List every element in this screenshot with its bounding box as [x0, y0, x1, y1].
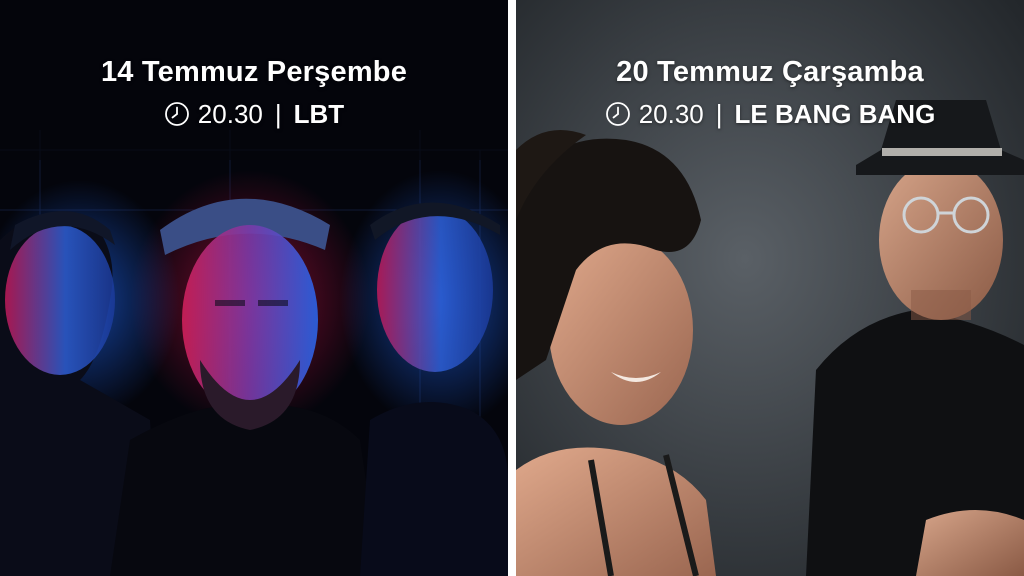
event-banner: 14 Temmuz Perşembe 20.30 | LBT 20 Temmuz… — [0, 0, 1024, 576]
event-venue: LBT — [293, 99, 345, 129]
clock-icon — [605, 102, 630, 126]
event-header-lbt: 14 Temmuz Perşembe 20.30 | LBT — [0, 54, 508, 130]
event-info: 20.30 | LE BANG BANG — [516, 98, 1024, 130]
clock-icon — [164, 102, 189, 126]
event-header-le-bang-bang: 20 Temmuz Çarşamba 20.30 | LE BANG BANG — [516, 54, 1024, 130]
event-date: 20 Temmuz Çarşamba — [616, 56, 924, 88]
event-time: 20.30 — [638, 99, 704, 129]
separator: | — [715, 99, 723, 129]
panel-divider — [508, 0, 516, 576]
event-panel-lbt: 14 Temmuz Perşembe 20.30 | LBT — [0, 0, 508, 576]
event-date: 14 Temmuz Perşembe — [100, 56, 408, 88]
event-time: 20.30 — [197, 99, 263, 129]
event-panel-le-bang-bang: 20 Temmuz Çarşamba 20.30 | LE BANG BANG — [516, 0, 1024, 576]
event-info: 20.30 | LBT — [0, 98, 508, 130]
separator: | — [274, 99, 282, 129]
event-venue: LE BANG BANG — [734, 99, 936, 129]
